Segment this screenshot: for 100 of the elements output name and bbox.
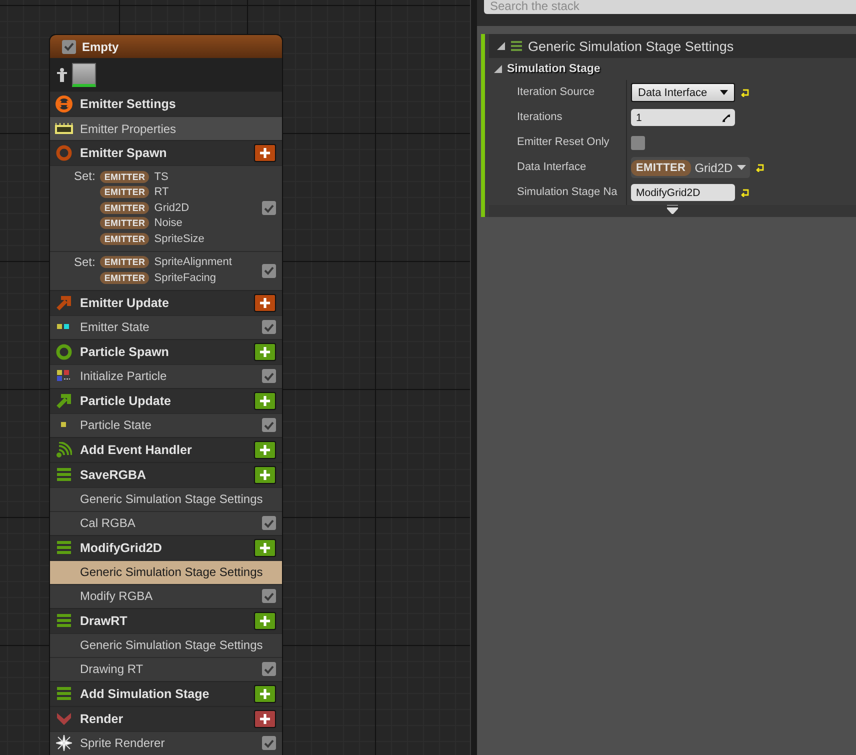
set-parameters-module[interactable]: Set: EMITTER TS EMITTER RT EMITTER Grid2D EMITTER Noise EMITTER SpriteSize [50,165,282,250]
checkbox[interactable] [262,264,276,278]
namespace-tag: EMITTER [100,232,150,245]
checkbox[interactable] [262,662,276,676]
section-header[interactable]: ModifyGrid2D [50,534,282,560]
checkbox[interactable] [262,736,276,750]
reset-icon[interactable] [741,88,750,96]
signal-icon [56,442,72,458]
namespace-tag: EMITTER [100,202,150,214]
emitter-settings-icon [55,95,73,113]
module-row[interactable]: Sprite Renderer [50,730,282,754]
namespace-tag: EMITTER [100,272,150,284]
section-header[interactable]: Particle Spawn [50,338,282,364]
checkbox[interactable] [262,516,276,530]
section-header[interactable]: Add Simulation Stage [50,680,282,706]
parameter-name: SpriteFacing [154,272,216,284]
add-button[interactable] [254,392,276,410]
section-header[interactable]: Emitter Update [50,290,282,314]
module-row[interactable]: Particle State [50,412,282,436]
data-interface-picker[interactable]: EMITTER Grid2D [631,157,750,178]
plus-icon [259,147,271,159]
add-button[interactable] [254,440,276,458]
stack-icon [57,468,71,481]
arrow-icon [56,294,72,310]
expand-icon[interactable] [667,205,678,214]
plus-icon [259,712,271,724]
resize-icon [722,114,730,122]
thumbnail[interactable] [72,62,96,86]
text-field[interactable]: ModifyGrid2D [631,184,735,201]
plus-icon [259,614,271,626]
section-header[interactable]: Emitter Settings [50,91,282,116]
person-icon [57,68,67,82]
arrow-icon [56,392,72,408]
namespace-tag: EMITTER [100,170,150,183]
add-button[interactable] [254,684,276,702]
section-header[interactable]: Render [50,706,282,730]
checkbox[interactable] [262,320,276,334]
add-button[interactable] [254,538,276,556]
property-label: Emitter Reset Only [489,130,627,155]
reset-icon[interactable] [756,164,765,172]
parameter-name: SpriteAlignment [154,256,232,268]
checkbox[interactable] [631,136,645,150]
checkbox[interactable] [262,418,276,432]
plus-icon [259,542,271,554]
section-header[interactable]: Particle Update [50,388,282,412]
add-button[interactable] [254,612,276,630]
panel-title: Generic Simulation Stage Settings [528,38,734,54]
emitter-node[interactable] [50,35,282,754]
plus-icon [259,296,271,308]
caret-icon [720,90,728,95]
parameter-name: Noise [154,217,182,230]
stack-icon [511,41,522,51]
ring-icon [55,342,73,360]
checkbox[interactable] [262,201,276,216]
add-button[interactable] [254,342,276,360]
set-label: Set: [74,254,96,270]
number-field[interactable]: 1 [631,109,735,126]
parameter-name: Grid2D [154,202,190,214]
module-row[interactable]: Generic Simulation Stage Settings [50,632,282,656]
module-row[interactable]: Emitter Properties [50,116,282,140]
module-row[interactable]: Drawing RT [50,656,282,680]
reset-icon[interactable] [741,188,750,196]
plus-icon [259,394,271,406]
parameter-name: TS [154,170,168,183]
stack-icon [57,614,71,627]
chevron-icon [56,710,72,726]
checkbox[interactable] [62,40,76,54]
module-row[interactable]: Cal RGBA [50,510,282,534]
collapse-icon[interactable] [494,65,502,73]
namespace-tag: EMITTER [100,217,150,230]
gpu-icon [55,122,73,134]
add-button[interactable] [254,710,276,728]
section-header[interactable]: DrawRT [50,608,282,632]
plus-icon [259,444,271,456]
module-row[interactable]: Initialize Particle [50,364,282,388]
add-button[interactable] [254,294,276,312]
checkbox[interactable] [262,589,276,603]
search-field[interactable]: Search the stack [484,0,856,14]
dots-icon [57,324,71,330]
section-header[interactable]: Add Event Handler [50,436,282,462]
stack-icon [57,541,71,554]
module-row[interactable]: Generic Simulation Stage Settings [50,486,282,510]
collapse-icon[interactable] [497,42,505,50]
ring-icon [55,144,73,162]
iteration-source-dropdown[interactable]: Data Interface [631,83,735,102]
set-label: Set: [74,169,96,185]
module-row[interactable]: Generic Simulation Stage Settings [50,560,282,584]
add-button[interactable] [254,144,276,162]
caret-icon [736,165,746,170]
section-header[interactable]: SaveRGBA [50,462,282,486]
plus-icon [259,468,271,480]
add-button[interactable] [254,466,276,484]
module-row[interactable]: Modify RGBA [50,584,282,608]
checkbox[interactable] [262,369,276,383]
module-row[interactable]: Emitter State [50,314,282,338]
stack-icon [57,687,71,700]
set-parameters-module[interactable]: Set: EMITTER SpriteAlignment EMITTER SpriteFacing [50,250,282,290]
property-label: Iteration Source [489,80,627,105]
section-header[interactable]: Emitter Spawn [50,140,282,165]
plus-icon [259,688,271,700]
